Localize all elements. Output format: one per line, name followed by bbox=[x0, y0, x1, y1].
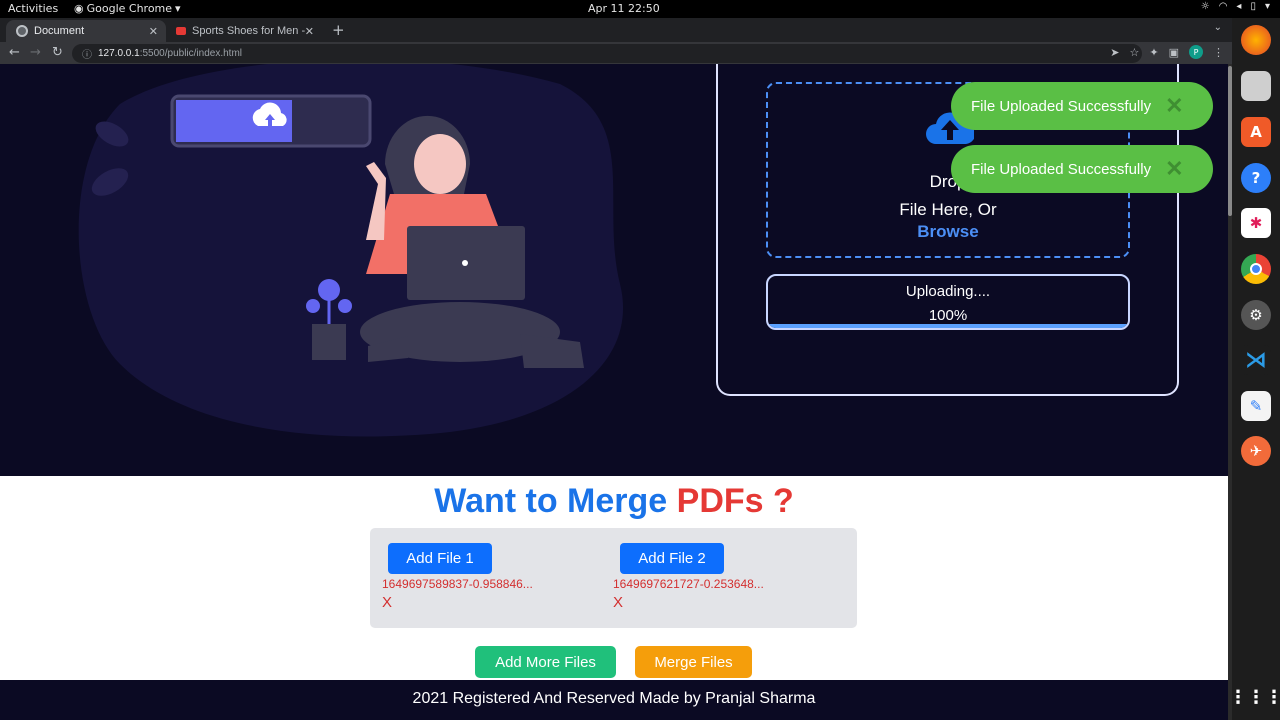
close-icon[interactable]: ✕ bbox=[305, 25, 314, 38]
remove-file-2-button[interactable]: X bbox=[613, 594, 623, 611]
ubuntu-dock: A ? ✱ ⚙ ⋊ ✎ ✈ ⋮⋮⋮ bbox=[1229, 18, 1280, 720]
activities-button[interactable]: Activities bbox=[8, 2, 58, 15]
close-icon[interactable]: ✕ bbox=[1165, 93, 1183, 119]
send-icon[interactable]: ➤ bbox=[1110, 46, 1119, 59]
system-tray[interactable]: ☼ ◠ ◂ ▯ ▾ bbox=[1201, 1, 1270, 12]
add-file-1-button[interactable]: Add File 1 bbox=[388, 543, 492, 574]
success-toast: File Uploaded Successfully ✕ bbox=[951, 82, 1213, 130]
page-footer: 2021 Registered And Reserved Made by Pra… bbox=[0, 680, 1228, 720]
file-list-box: Add File 1 1649697589837-0.958846... X A… bbox=[370, 528, 857, 628]
new-tab-button[interactable]: + bbox=[332, 21, 345, 39]
merge-files-button[interactable]: Merge Files bbox=[635, 646, 752, 678]
info-icon: ⓘ bbox=[82, 50, 92, 61]
remove-file-1-button[interactable]: X bbox=[382, 594, 392, 611]
settings-icon[interactable]: ⚙ bbox=[1241, 300, 1271, 330]
progress-bar-fill bbox=[768, 324, 1128, 328]
browse-link[interactable]: Browse bbox=[768, 222, 1128, 242]
reload-icon[interactable]: ↻ bbox=[52, 45, 63, 60]
app-menu[interactable]: ◉ Google Chrome ▾ bbox=[74, 2, 181, 15]
help-icon[interactable]: ? bbox=[1241, 163, 1271, 193]
page-viewport: Drop File Here, Or Browse Uploading.... … bbox=[0, 64, 1228, 720]
toast-message: File Uploaded Successfully bbox=[971, 97, 1152, 115]
file-2-name: 1649697621727-0.253648... bbox=[613, 577, 764, 591]
postman-icon[interactable]: ✈ bbox=[1241, 436, 1271, 466]
files-icon[interactable] bbox=[1241, 71, 1271, 101]
success-toast: File Uploaded Successfully ✕ bbox=[951, 145, 1213, 193]
system-top-bar: Activities ◉ Google Chrome ▾ Apr 11 22:5… bbox=[0, 0, 1280, 18]
wifi-icon: ◠ bbox=[1218, 1, 1228, 12]
extensions-icon[interactable]: ✦ bbox=[1149, 46, 1158, 59]
app-name: Google Chrome bbox=[86, 2, 173, 15]
chrome-icon[interactable] bbox=[1241, 254, 1271, 284]
app-grid-icon[interactable]: ⋮⋮⋮ bbox=[1229, 682, 1280, 712]
text-editor-icon[interactable]: ✎ bbox=[1241, 391, 1271, 421]
bookmark-star-icon[interactable]: ☆ bbox=[1130, 46, 1140, 59]
tab-title: Sports Shoes for Men - Bu bbox=[192, 25, 308, 37]
brightness-icon: ☼ bbox=[1200, 1, 1210, 12]
back-icon[interactable]: ← bbox=[9, 45, 20, 60]
heading-part1: Want to Merge bbox=[434, 482, 668, 520]
globe-icon bbox=[16, 25, 28, 37]
side-panel-icon[interactable]: ▣ bbox=[1169, 46, 1179, 59]
close-icon[interactable]: ✕ bbox=[149, 25, 158, 38]
volume-icon: ◂ bbox=[1236, 1, 1242, 12]
heading-part2: PDFs ? bbox=[676, 482, 794, 520]
chevron-down-icon: ▾ bbox=[1264, 1, 1270, 12]
clock[interactable]: Apr 11 22:50 bbox=[588, 2, 660, 15]
tab-search-icon[interactable]: ⌄ bbox=[1214, 22, 1222, 33]
chrome-icon: ◉ bbox=[74, 2, 84, 15]
add-file-2-button[interactable]: Add File 2 bbox=[620, 543, 724, 574]
software-icon[interactable]: A bbox=[1241, 117, 1271, 147]
tab-title: Document bbox=[34, 25, 85, 37]
vscode-icon[interactable]: ⋊ bbox=[1241, 345, 1271, 375]
forward-icon[interactable]: → bbox=[30, 45, 41, 60]
slack-icon[interactable]: ✱ bbox=[1241, 208, 1271, 238]
add-more-files-button[interactable]: Add More Files bbox=[475, 646, 616, 678]
toolbar-icons: ➤ ☆ ✦ ▣ P ⋮ bbox=[1110, 45, 1224, 59]
tab-sports-shoes[interactable]: Sports Shoes for Men - Bu ✕ bbox=[166, 20, 322, 42]
drop-text-line2: File Here, Or bbox=[899, 200, 997, 219]
close-icon[interactable]: ✕ bbox=[1165, 156, 1183, 182]
file-1-name: 1649697589837-0.958846... bbox=[382, 577, 533, 591]
toast-message: File Uploaded Successfully bbox=[971, 160, 1152, 178]
tab-strip: Document ✕ Sports Shoes for Men - Bu ✕ +… bbox=[0, 18, 1232, 42]
url-host: 127.0.0.1 bbox=[98, 48, 140, 59]
merge-heading: Want to Merge PDFs ? bbox=[0, 482, 1228, 521]
tab-document[interactable]: Document ✕ bbox=[6, 20, 166, 42]
hero-section: Drop File Here, Or Browse Uploading.... … bbox=[0, 64, 1228, 476]
browser-toolbar: ← → ↻ ⓘ 127.0.0.1 :5500/public/index.htm… bbox=[0, 42, 1232, 64]
firefox-icon[interactable] bbox=[1241, 25, 1271, 55]
upload-progress: Uploading.... 100% bbox=[766, 274, 1130, 330]
upload-illustration bbox=[78, 64, 624, 437]
profile-avatar[interactable]: P bbox=[1189, 45, 1203, 59]
address-bar[interactable]: ⓘ 127.0.0.1 :5500/public/index.html bbox=[72, 44, 1142, 63]
more-menu-icon[interactable]: ⋮ bbox=[1213, 46, 1224, 59]
chevron-down-icon: ▾ bbox=[175, 2, 181, 15]
battery-icon: ▯ bbox=[1250, 1, 1256, 12]
upload-status: Uploading.... bbox=[905, 283, 991, 300]
url-path: :5500/public/index.html bbox=[139, 48, 243, 59]
site-favicon-icon bbox=[176, 27, 186, 35]
